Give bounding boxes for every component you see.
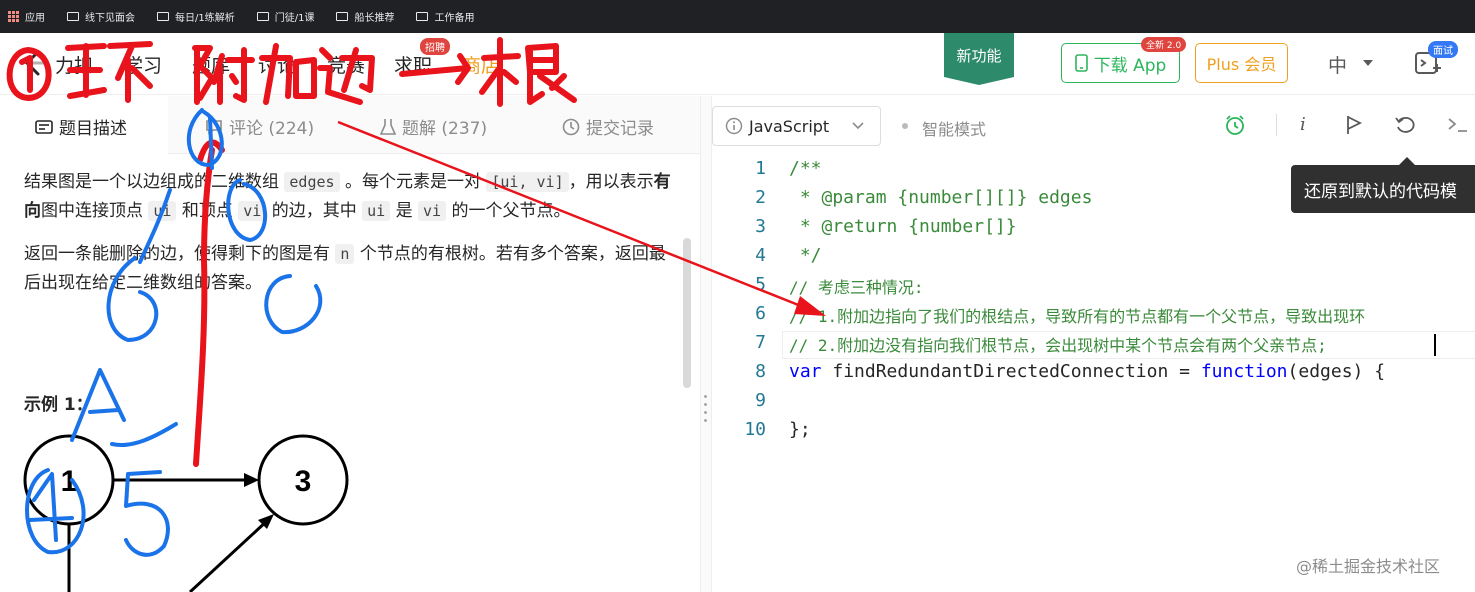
handwriting-annotation bbox=[6, 37, 826, 557]
